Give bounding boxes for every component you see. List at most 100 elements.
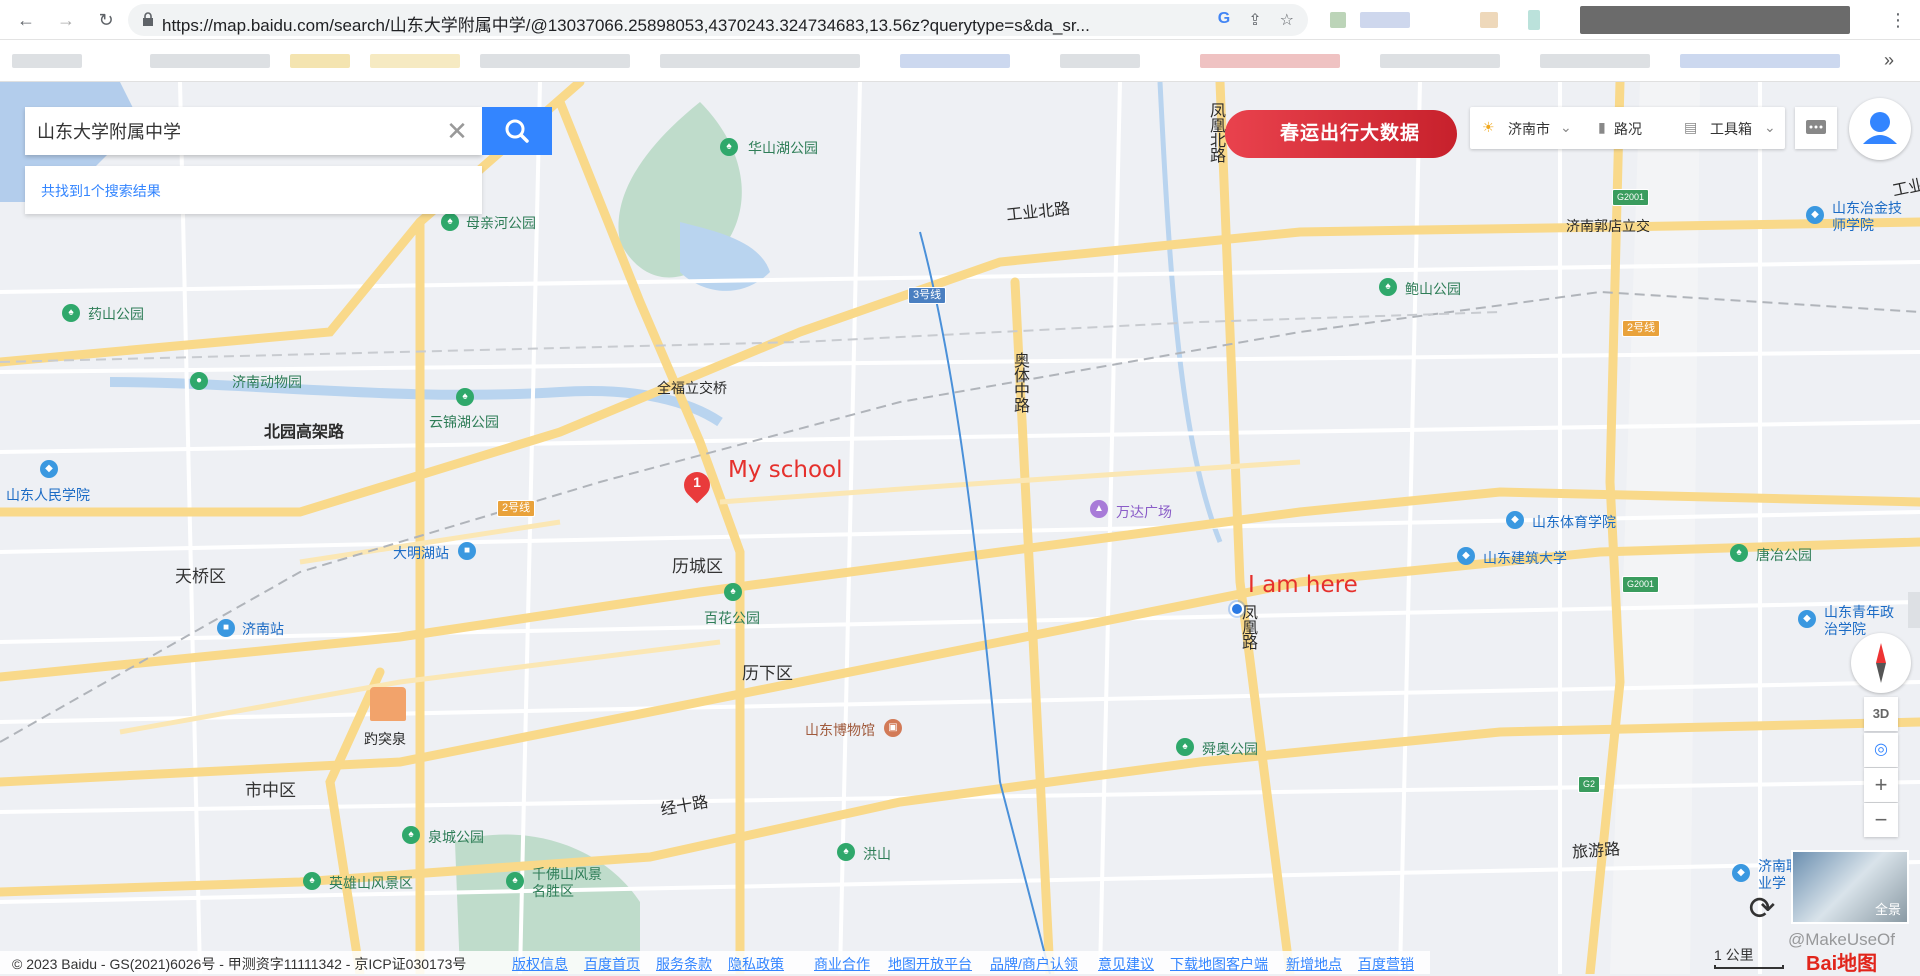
footer-link[interactable]: 品牌/商户认领 bbox=[990, 954, 1078, 974]
landmark-icon[interactable] bbox=[370, 687, 406, 721]
promo-banner[interactable]: 春运出行大数据 bbox=[1225, 110, 1457, 158]
compass-icon bbox=[1876, 643, 1886, 683]
search-icon bbox=[505, 119, 529, 143]
zoom-out-button[interactable]: − bbox=[1864, 803, 1898, 837]
poi-label[interactable]: 英雄山风景区 bbox=[329, 873, 413, 893]
park-icon[interactable]: ♠ bbox=[1176, 738, 1194, 756]
poi-label[interactable]: 济南动物园 bbox=[232, 372, 302, 392]
school-icon[interactable]: ◆ bbox=[1732, 864, 1750, 882]
toolbox-icon: ▤ bbox=[1684, 119, 1698, 135]
poi-label[interactable]: 药山公园 bbox=[88, 304, 144, 324]
poi-label[interactable]: 山东冶金技师学院 bbox=[1832, 200, 1904, 234]
museum-icon[interactable]: ▣ bbox=[884, 719, 902, 737]
footer-link[interactable]: 隐私政策 bbox=[728, 954, 784, 974]
road-label: 全福立交桥 bbox=[657, 380, 727, 396]
park-icon[interactable]: ♠ bbox=[720, 138, 738, 156]
metro-line-badge: 2号线 bbox=[1622, 320, 1661, 337]
footer-link[interactable]: 百度营销 bbox=[1358, 954, 1414, 974]
park-icon[interactable]: ♠ bbox=[402, 826, 420, 844]
more-bookmarks-icon[interactable]: » bbox=[1884, 50, 1894, 71]
school-icon[interactable]: ◆ bbox=[1806, 206, 1824, 224]
poi-label[interactable]: 济南站 bbox=[242, 619, 284, 639]
school-icon[interactable]: ◆ bbox=[40, 460, 58, 478]
baidu-map-logo[interactable]: Bai地图 bbox=[1806, 947, 1877, 976]
3d-button[interactable]: 3D bbox=[1864, 697, 1898, 731]
school-icon[interactable]: ◆ bbox=[1457, 547, 1475, 565]
menu-icon[interactable]: ⋮ bbox=[1886, 8, 1910, 32]
road-label: 奥体中路 bbox=[1011, 352, 1028, 412]
footer-link[interactable]: 下载地图客户端 bbox=[1170, 954, 1268, 974]
search-button[interactable] bbox=[482, 107, 552, 155]
poi-label[interactable]: 趵突泉 bbox=[364, 729, 406, 749]
poi-label[interactable]: 鲍山公园 bbox=[1405, 279, 1461, 299]
poi-label[interactable]: 云锦湖公园 bbox=[429, 412, 499, 432]
poi-label[interactable]: 母亲河公园 bbox=[466, 213, 536, 233]
user-icon bbox=[1863, 112, 1897, 144]
star-icon[interactable]: ☆ bbox=[1280, 10, 1294, 30]
park-icon[interactable]: ♠ bbox=[62, 304, 80, 322]
park-icon[interactable]: ♠ bbox=[1730, 544, 1748, 562]
message-button[interactable] bbox=[1795, 107, 1837, 149]
poi-label[interactable]: 大明湖站 bbox=[393, 543, 449, 563]
park-icon[interactable]: ♠ bbox=[1379, 278, 1397, 296]
result-count[interactable]: 共找到1个搜索结果 bbox=[41, 181, 161, 201]
city-selector[interactable]: 济南市 bbox=[1508, 119, 1550, 139]
user-avatar-button[interactable] bbox=[1849, 98, 1911, 160]
footer-link[interactable]: 新增地点 bbox=[1286, 954, 1342, 974]
poi-label[interactable]: 唐冶公园 bbox=[1756, 545, 1812, 565]
poi-label[interactable]: 万达广场 bbox=[1116, 502, 1172, 522]
panorama-thumbnail[interactable]: 全景 bbox=[1791, 850, 1909, 924]
forward-icon[interactable]: → bbox=[54, 8, 78, 32]
footer-link[interactable]: 服务条款 bbox=[656, 954, 712, 974]
poi-label[interactable]: 舜奥公园 bbox=[1202, 739, 1258, 759]
scroll-handle[interactable] bbox=[1908, 592, 1920, 628]
poi-label[interactable]: 山东建筑大学 bbox=[1483, 548, 1567, 568]
footer-link[interactable]: 百度首页 bbox=[584, 954, 640, 974]
poi-label[interactable]: 山东体育学院 bbox=[1532, 512, 1616, 532]
park-icon[interactable]: ♠ bbox=[724, 583, 742, 601]
park-icon[interactable]: ♠ bbox=[303, 872, 321, 890]
traffic-button[interactable]: 路况 bbox=[1614, 119, 1642, 139]
park-icon[interactable]: ♠ bbox=[441, 213, 459, 231]
footer-link[interactable]: 版权信息 bbox=[512, 954, 568, 974]
station-icon[interactable]: ■ bbox=[217, 619, 235, 637]
metro-line-badge: 2号线 bbox=[497, 500, 536, 517]
poi-label[interactable]: 泉城公园 bbox=[428, 827, 484, 847]
locate-icon[interactable]: ◎ bbox=[1864, 733, 1898, 767]
toolbox-button[interactable]: 工具箱 bbox=[1710, 119, 1752, 139]
share-icon[interactable]: ⇪ bbox=[1248, 10, 1261, 30]
scale-label: 1 公里 bbox=[1714, 947, 1754, 963]
clear-icon[interactable]: ✕ bbox=[437, 116, 477, 146]
park-icon[interactable]: ♠ bbox=[506, 872, 524, 890]
poi-label[interactable]: 山东博物馆 bbox=[805, 720, 875, 740]
poi-label[interactable]: 洪山 bbox=[863, 844, 891, 864]
park-icon[interactable]: ♠ bbox=[837, 843, 855, 861]
school-icon[interactable]: ◆ bbox=[1506, 511, 1524, 529]
refresh-icon[interactable]: ⟳ bbox=[1742, 888, 1782, 928]
address-bar[interactable]: https://map.baidu.com/search/山东大学附属中学/@1… bbox=[128, 4, 1308, 36]
school-annotation: My school bbox=[728, 457, 843, 483]
back-icon[interactable]: ← bbox=[14, 8, 38, 32]
map-canvas[interactable]: 天桥区 历城区 历下区 市中区 工业北路 北园高架路 经十路 旅游路 奥体中路 … bbox=[0, 82, 1920, 974]
copyright-text: © 2023 Baidu - GS(2021)6026号 - 甲测资字11111… bbox=[12, 956, 467, 972]
reload-icon[interactable]: ↻ bbox=[94, 8, 118, 32]
station-icon[interactable]: ■ bbox=[458, 542, 476, 560]
park-icon[interactable]: ♠ bbox=[456, 388, 474, 406]
search-input[interactable] bbox=[37, 120, 427, 141]
poi-label[interactable]: 华山湖公园 bbox=[748, 138, 818, 158]
highway-badge: G2 bbox=[1578, 776, 1601, 793]
zoo-icon[interactable]: ● bbox=[190, 372, 208, 390]
zoom-in-button[interactable]: + bbox=[1864, 768, 1898, 802]
school-icon[interactable]: ◆ bbox=[1798, 610, 1816, 628]
message-icon bbox=[1806, 120, 1826, 134]
poi-label[interactable]: 千佛山风景名胜区 bbox=[532, 866, 602, 900]
compass-control[interactable] bbox=[1851, 633, 1911, 693]
footer-link[interactable]: 意见建议 bbox=[1098, 954, 1154, 974]
footer-link[interactable]: 商业合作 bbox=[814, 954, 870, 974]
google-icon[interactable]: G bbox=[1218, 10, 1230, 30]
mall-icon[interactable]: ▲ bbox=[1090, 500, 1108, 518]
poi-label[interactable]: 百花公园 bbox=[704, 608, 760, 628]
url-text[interactable]: https://map.baidu.com/search/山东大学附属中学/@1… bbox=[162, 11, 1122, 36]
poi-label[interactable]: 山东人民学院 bbox=[6, 485, 90, 505]
footer-link[interactable]: 地图开放平台 bbox=[888, 954, 972, 974]
